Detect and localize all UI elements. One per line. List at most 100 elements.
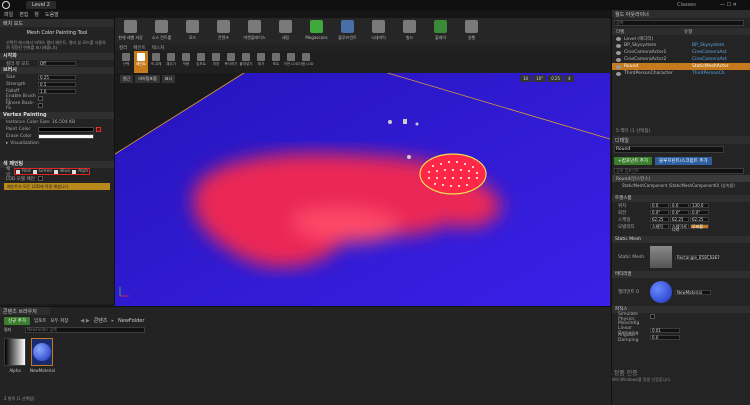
channel-blue-checkbox[interactable] xyxy=(54,169,59,174)
scale-y[interactable]: 62.25 xyxy=(670,217,689,222)
erase-color-swatch[interactable] xyxy=(38,134,94,139)
mode-fill[interactable]: 채우기 xyxy=(164,51,178,73)
outliner-row[interactable]: ThirdPersonCharacter ThirdPersonCh xyxy=(612,70,750,77)
mode-next-lod[interactable]: 다음 LOD xyxy=(299,51,313,73)
tab-paint[interactable]: 페인트 xyxy=(133,45,145,51)
mode-paint[interactable]: 페인트 xyxy=(134,51,148,73)
component-search-input[interactable]: 검색 컴포넌트 xyxy=(614,168,744,174)
actor-name-input[interactable]: Round xyxy=(614,146,724,153)
scale-z[interactable]: 62.25 xyxy=(690,217,709,222)
angle-snap[interactable]: 10° xyxy=(533,75,547,82)
eye-icon[interactable] xyxy=(616,64,621,69)
scale-x[interactable]: 62.25 xyxy=(650,217,669,222)
add-new-button[interactable]: 신규 추가 xyxy=(4,316,30,325)
mode-save[interactable]: 저장 xyxy=(209,51,223,73)
content-button[interactable]: 콘텐츠 xyxy=(208,20,239,41)
outliner-row[interactable]: Level (에디터) xyxy=(612,35,750,42)
menu-window[interactable]: 창 xyxy=(34,11,39,18)
modes-tab[interactable]: 배치 모드 xyxy=(0,19,114,27)
menu-edit[interactable]: 편집 xyxy=(19,11,28,18)
mode-fix[interactable]: 포트 xyxy=(269,51,283,73)
source-control-button[interactable]: 소스 컨트롤 xyxy=(146,20,177,41)
section-static-mesh[interactable]: Static Mesh xyxy=(612,236,750,243)
window-controls[interactable]: — ☐ ✕ xyxy=(720,2,737,8)
outliner-row[interactable]: CineCameraActor2 CineCameraAct xyxy=(612,56,750,63)
simulate-physics-checkbox[interactable] xyxy=(650,314,655,319)
paint-color-reset-icon[interactable] xyxy=(96,127,101,132)
blueprint-script-button[interactable]: 블루프린트/스크립트 추가 xyxy=(655,157,712,165)
component-static-mesh[interactable]: StaticMeshComponent (StaticMeshComponent… xyxy=(612,182,750,189)
content-browser-tab[interactable]: 콘텐츠 브라우저 xyxy=(0,307,50,315)
modes-button[interactable]: 모드 xyxy=(177,20,208,41)
menu-file[interactable]: 파일 xyxy=(4,11,13,18)
scale-snap[interactable]: 0.25 xyxy=(548,75,564,82)
rotation-z[interactable]: 0.0° xyxy=(690,210,709,215)
eye-icon[interactable] xyxy=(616,71,621,76)
lod-checkbox[interactable] xyxy=(38,176,43,181)
mode-swap[interactable]: 색 교체 xyxy=(149,51,163,73)
brush-size-input[interactable]: 0.25 xyxy=(38,75,76,80)
brush-falloff-input[interactable]: 1.0 xyxy=(38,89,76,94)
mode-remove[interactable]: 제거 xyxy=(254,51,268,73)
breadcrumb-root[interactable]: 콘텐츠 xyxy=(94,317,108,324)
launch-button[interactable]: 실행 xyxy=(456,20,487,41)
brush-ignore-checkbox[interactable] xyxy=(38,103,43,108)
build-button[interactable]: 빌드 xyxy=(394,20,425,41)
blueprints-button[interactable]: 블루프린트 xyxy=(332,20,363,41)
save-all-button[interactable]: 모두 저장 xyxy=(50,318,68,324)
section-materials[interactable]: 머티리얼 xyxy=(612,271,750,278)
cinematics-button[interactable]: 시네마틱 xyxy=(363,20,394,41)
rotation-y[interactable]: 0.0° xyxy=(670,210,689,215)
level-tab[interactable]: Level 2 xyxy=(26,1,56,9)
marketplace-button[interactable]: 마켓플레이스 xyxy=(239,20,270,41)
asset-item-selected[interactable]: NewMaterial xyxy=(30,338,55,373)
details-tab[interactable]: 디테일 xyxy=(612,136,750,144)
mobility-stationary[interactable]: 스테이셔너리 xyxy=(670,224,689,232)
viewport-scene[interactable] xyxy=(115,44,610,306)
eye-icon[interactable] xyxy=(616,43,621,48)
level-viewport[interactable] xyxy=(115,44,610,306)
mode-apply[interactable]: 적용 xyxy=(179,51,193,73)
perspective-button[interactable]: 원근 xyxy=(120,75,134,83)
outliner-row[interactable]: CineCameraActor1 CineCameraAct xyxy=(612,49,750,56)
tab-color[interactable]: 컬러 xyxy=(119,45,127,51)
mode-select[interactable]: 선택 xyxy=(119,51,133,73)
mode-copy[interactable]: 복사하기 xyxy=(224,51,238,73)
megascans-button[interactable]: Megascans xyxy=(301,20,332,40)
mobility-static[interactable]: 스태틱 xyxy=(650,224,669,229)
brush-enable-checkbox[interactable] xyxy=(38,96,43,101)
outliner-tab[interactable]: 월드 아웃라이너 xyxy=(612,10,750,18)
section-brush[interactable]: 브러시 xyxy=(0,67,114,74)
outliner-search-input[interactable]: 검색 xyxy=(614,20,744,26)
breadcrumb-folder[interactable]: NewFolder xyxy=(118,318,144,324)
static-mesh-picker[interactable]: Rectangle_B58C52E7 xyxy=(675,254,720,260)
material-picker[interactable]: NewMaterial xyxy=(675,289,711,295)
outliner-row[interactable]: BP_Skysystem BP_Skysystem xyxy=(612,42,750,49)
play-button[interactable]: 플레이 xyxy=(425,20,456,41)
outliner-row-selected[interactable]: Round StaticMeshActor xyxy=(612,63,750,70)
section-transform[interactable]: 트랜스폼 xyxy=(612,195,750,202)
show-button[interactable]: 표시 xyxy=(161,75,176,83)
location-z[interactable]: 130.0 xyxy=(690,203,709,208)
brush-strength-input[interactable]: 0.5 xyxy=(38,82,76,87)
mobility-movable[interactable]: 무버블 xyxy=(690,224,709,229)
linear-damping-input[interactable]: 0.01 xyxy=(650,328,680,333)
rotation-x[interactable]: 0.0° xyxy=(650,210,669,215)
mode-prev-lod[interactable]: 이전 LOD xyxy=(284,51,298,73)
location-y[interactable]: 0.0 xyxy=(670,203,689,208)
channel-red-checkbox[interactable] xyxy=(16,169,20,174)
color-view-mode-select[interactable]: Off xyxy=(38,61,76,66)
location-x[interactable]: 0.0 xyxy=(650,203,669,208)
eye-icon[interactable] xyxy=(616,50,621,55)
paint-color-swatch[interactable] xyxy=(38,127,94,132)
add-component-button[interactable]: +컴포넌트 추가 xyxy=(614,157,653,165)
component-root[interactable]: Round(인스턴스) xyxy=(612,175,750,182)
section-color-channel[interactable]: 색 페인팅 xyxy=(0,161,114,168)
filter-button[interactable]: 필터 xyxy=(4,327,22,333)
eye-icon[interactable] xyxy=(616,36,621,41)
menu-help[interactable]: 도움말 xyxy=(45,11,59,18)
channel-green-checkbox[interactable] xyxy=(32,169,37,174)
settings-button[interactable]: 세팅 xyxy=(270,20,301,41)
eye-icon[interactable] xyxy=(616,57,621,62)
static-mesh-thumbnail[interactable] xyxy=(650,246,672,268)
